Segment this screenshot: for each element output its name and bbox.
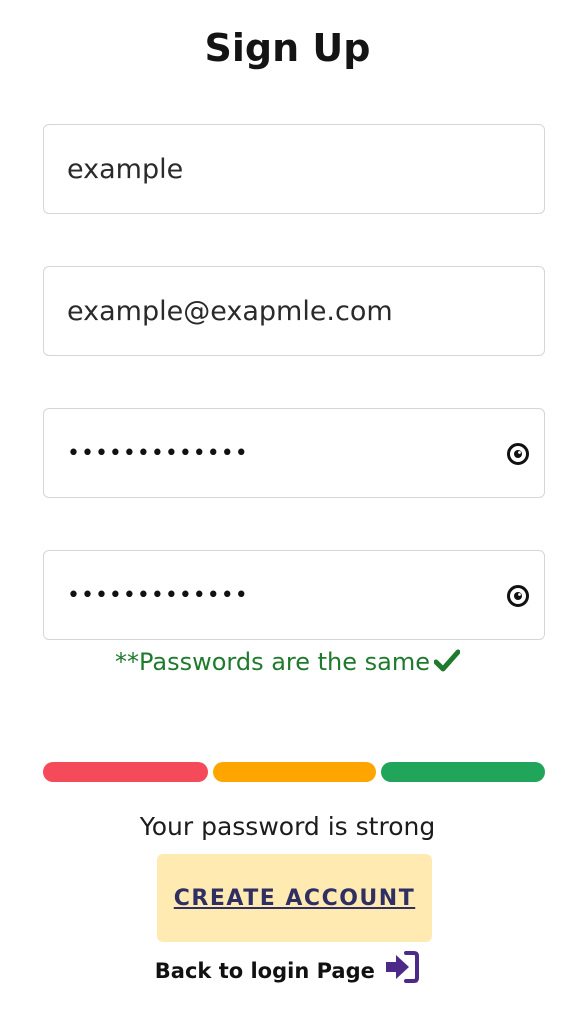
strength-bar-strong xyxy=(381,762,545,782)
password-match-text: **Passwords are the same xyxy=(114,648,431,676)
email-field[interactable] xyxy=(43,266,545,356)
username-input[interactable] xyxy=(44,125,487,213)
confirm-password-input[interactable] xyxy=(44,551,487,639)
checkmark-icon xyxy=(434,649,461,672)
eye-icon[interactable] xyxy=(506,584,530,608)
strength-bar-medium xyxy=(213,762,376,782)
email-input[interactable] xyxy=(44,267,487,355)
sign-in-icon xyxy=(386,951,420,983)
eye-icon[interactable] xyxy=(506,442,530,466)
back-to-login-label: Back to login Page xyxy=(154,959,375,983)
back-to-login-link[interactable]: Back to login Page xyxy=(0,950,575,984)
create-account-label: CREATE ACCOUNT xyxy=(173,885,416,911)
confirm-password-field[interactable] xyxy=(43,550,545,640)
strength-message: Your password is strong xyxy=(139,812,436,841)
password-match-message: **Passwords are the same xyxy=(0,648,575,676)
password-input[interactable] xyxy=(44,409,487,497)
strength-bar-weak xyxy=(43,762,208,782)
username-field[interactable] xyxy=(43,124,545,214)
create-account-button[interactable]: CREATE ACCOUNT xyxy=(157,854,432,942)
password-field[interactable] xyxy=(43,408,545,498)
page-title: Sign Up xyxy=(204,26,371,70)
